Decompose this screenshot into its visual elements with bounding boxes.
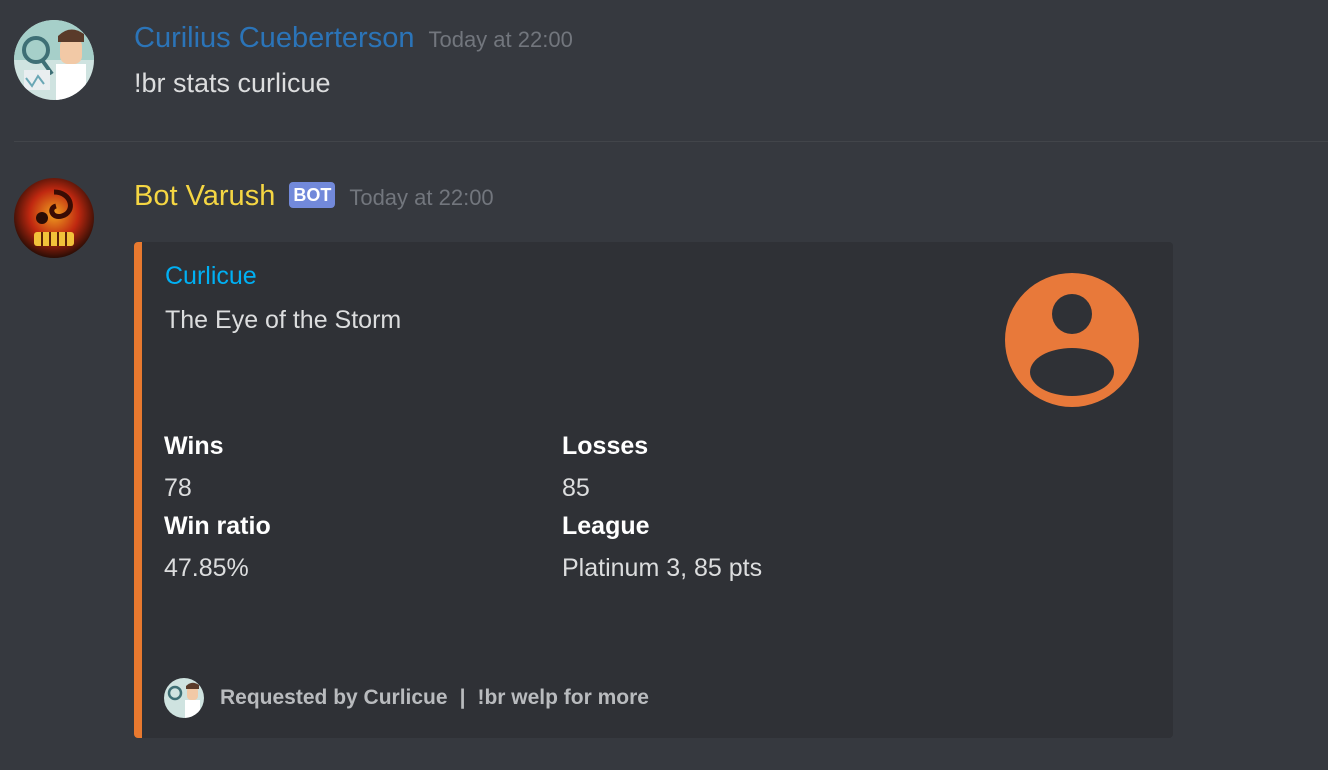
stats-embed: Curlicue The Eye of the Storm Wins 78 Lo… — [134, 242, 1173, 738]
scientist-avatar-icon — [14, 20, 94, 100]
message-1: Curilius Cueberterson Today at 22:00 !br… — [0, 0, 1328, 141]
message-timestamp: Today at 22:00 — [349, 185, 494, 210]
bot-avatar[interactable] — [14, 178, 94, 258]
footer-text: Requested by Curlicue — [220, 686, 448, 709]
fiery-skull-avatar-icon — [14, 178, 94, 258]
embed-footer: Requested by Curlicue | !br welp for mor… — [164, 678, 649, 718]
author-name[interactable]: Curilius Cueberterson — [134, 22, 414, 55]
embed-title[interactable]: Curlicue — [165, 262, 257, 291]
user-avatar[interactable] — [14, 20, 94, 100]
field-value: Platinum 3, 85 pts — [562, 554, 763, 582]
field-value: 78 — [164, 474, 192, 502]
field-value: 47.85% — [164, 554, 249, 582]
footer-avatar — [164, 678, 204, 718]
message-header: Bot Varush BOT Today at 22:00 — [134, 180, 494, 213]
embed-thumbnail[interactable] — [1004, 272, 1140, 408]
field-name: Win ratio — [164, 512, 271, 540]
default-user-icon — [1005, 273, 1139, 407]
field-wins: Wins 78 — [164, 432, 554, 503]
field-losses: Losses 85 — [562, 432, 952, 503]
field-name: Losses — [562, 432, 649, 460]
field-name: League — [562, 512, 650, 540]
footer-separator: | — [459, 686, 466, 709]
field-value: 85 — [562, 474, 590, 502]
scientist-avatar-icon — [164, 678, 204, 718]
message-header: Curilius Cueberterson Today at 22:00 — [134, 22, 573, 55]
embed-description: The Eye of the Storm — [165, 306, 402, 334]
field-win-ratio: Win ratio 47.85% — [164, 512, 554, 583]
field-name: Wins — [164, 432, 224, 460]
author-name[interactable]: Bot Varush — [134, 180, 275, 213]
message-timestamp: Today at 22:00 — [428, 27, 573, 52]
field-league: League Platinum 3, 85 pts — [562, 512, 952, 583]
message-content: !br stats curlicue — [134, 68, 331, 98]
footer-hint: !br welp for more — [477, 686, 649, 709]
bot-tag: BOT — [289, 182, 336, 208]
